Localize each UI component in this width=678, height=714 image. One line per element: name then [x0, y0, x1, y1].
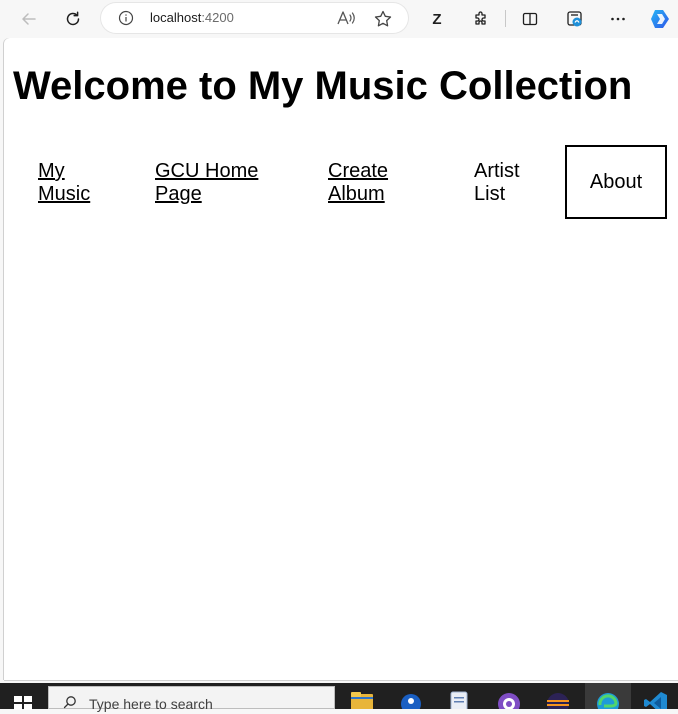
browser-toolbar: localhost:4200 Z: [0, 0, 678, 38]
more-icon[interactable]: [604, 5, 632, 33]
nav-link-line: Music: [38, 183, 91, 205]
nav-link-line: Create: [328, 160, 389, 182]
nav-link-artist-list[interactable]: Artist List: [474, 160, 554, 206]
nav-link-line: Album: [328, 183, 385, 205]
profile-letter: Z: [432, 10, 442, 28]
copilot-icon[interactable]: [646, 5, 674, 33]
edge-icon[interactable]: [595, 691, 621, 709]
search-placeholder: Type here to search: [89, 696, 213, 712]
vscode-icon[interactable]: [643, 691, 669, 709]
address-bar[interactable]: localhost:4200: [101, 3, 408, 33]
split-screen-icon[interactable]: [516, 5, 544, 33]
windows-start-icon[interactable]: [14, 696, 32, 710]
refresh-icon[interactable]: [59, 5, 87, 33]
info-icon[interactable]: [118, 10, 134, 26]
url-text[interactable]: localhost:4200: [150, 10, 234, 25]
nav-link-my-music[interactable]: My Music: [38, 160, 118, 206]
search-icon: [63, 695, 77, 709]
app-icon[interactable]: [496, 691, 522, 709]
about-button[interactable]: About: [565, 145, 667, 219]
maps-icon[interactable]: [398, 691, 424, 709]
nav-link-line: List: [474, 183, 506, 205]
collections-icon[interactable]: [561, 5, 589, 33]
profile-z-button[interactable]: Z: [423, 5, 451, 33]
nav-link-create-album[interactable]: Create Album: [328, 160, 418, 206]
back-arrow-icon[interactable]: [15, 5, 43, 33]
page-viewport: Welcome to My Music Collection My Music …: [4, 38, 678, 680]
document-app-icon[interactable]: [447, 691, 473, 709]
nav-link-line: GCU Home: [155, 160, 259, 182]
url-port: :4200: [201, 10, 234, 25]
nav-link-line: My: [38, 160, 65, 182]
toolbar-separator: [505, 10, 506, 27]
nav-link-line: Artist: [474, 160, 520, 182]
about-button-label: About: [589, 170, 643, 193]
url-host: localhost: [150, 10, 202, 25]
eclipse-icon[interactable]: [545, 691, 571, 709]
file-explorer-icon[interactable]: [349, 691, 375, 709]
taskbar: Type here to search: [0, 683, 678, 712]
puzzle-icon[interactable]: [467, 5, 495, 33]
star-icon[interactable]: [373, 9, 393, 29]
read-aloud-icon[interactable]: [336, 9, 356, 27]
nav-link-line: Page: [155, 183, 202, 205]
nav-link-gcu-home-page[interactable]: GCU Home Page: [155, 160, 285, 206]
page-title: Welcome to My Music Collection: [13, 64, 633, 108]
taskbar-search-input[interactable]: Type here to search: [48, 686, 335, 712]
